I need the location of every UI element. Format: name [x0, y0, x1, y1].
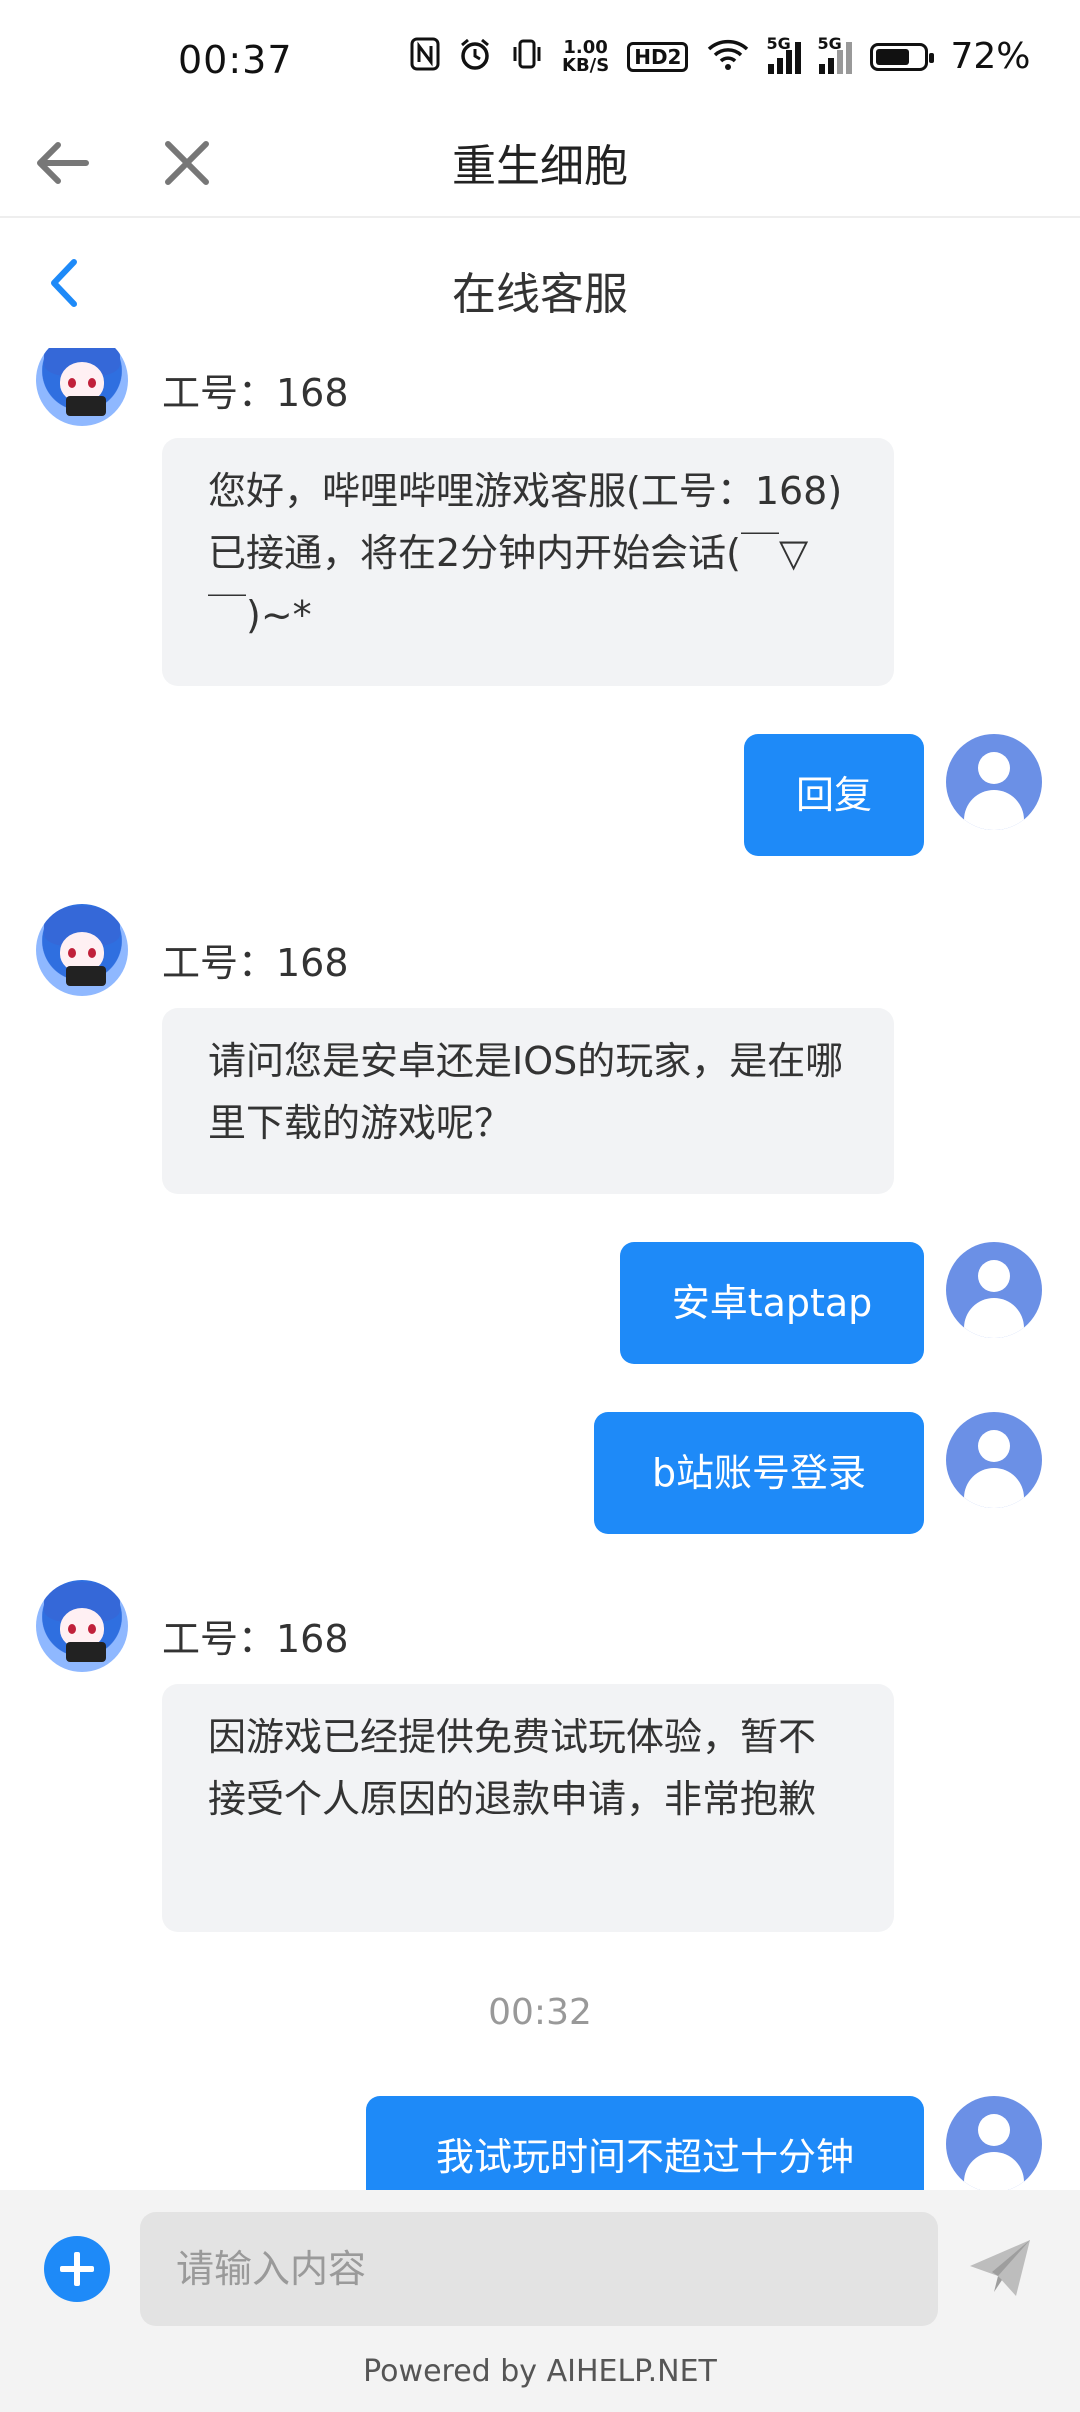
battery-percent: 72% [950, 36, 1031, 77]
signal-2-label: 5G [817, 33, 842, 53]
network-speed-value: 1.00 [563, 36, 608, 58]
chat-message-list[interactable]: 工号：168 您好，哔哩哔哩游戏客服(工号：168)已接通，将在2分钟内开始会话… [0, 348, 1080, 2190]
network-speed-unit: KB/S [562, 54, 610, 76]
agent-id-label: 工号：168 [162, 371, 349, 415]
vibrate-icon [510, 37, 544, 77]
agent-avatar [36, 1580, 128, 1672]
user-avatar [946, 2096, 1042, 2190]
hd-badge: HD2 [627, 41, 689, 72]
signal-icon: 5G [817, 34, 853, 74]
user-message-bubble[interactable]: 回复 [744, 734, 924, 856]
user-avatar [946, 734, 1042, 830]
user-message: b站账号登录 [0, 1412, 1080, 1536]
user-message-bubble[interactable]: 我试玩时间不超过十分钟 [366, 2096, 924, 2190]
app-title: 重生细胞 [452, 141, 628, 192]
agent-id-label: 工号：168 [162, 1617, 349, 1661]
battery-icon [870, 42, 935, 71]
agent-message: 工号：168 您好，哔哩哔哩游戏客服(工号：168)已接通，将在2分钟内开始会话… [0, 348, 1080, 688]
wifi-icon [706, 37, 750, 77]
user-avatar [946, 1242, 1042, 1338]
user-message: 我试玩时间不超过十分钟 [0, 2096, 1080, 2190]
agent-message: 工号：168 请问您是安卓还是IOS的玩家，是在哪里下载的游戏呢？ [0, 904, 1080, 1194]
user-message: 安卓taptap [0, 1242, 1080, 1366]
add-attachment-button[interactable] [44, 2236, 110, 2302]
agent-avatar [36, 348, 128, 426]
page-title: 在线客服 [452, 269, 628, 320]
agent-message-bubble[interactable]: 您好，哔哩哔哩游戏客服(工号：168)已接通，将在2分钟内开始会话(￣▽￣)~* [162, 438, 894, 686]
user-message: 回复 [0, 734, 1080, 858]
chat-header: 在线客服 [0, 218, 1080, 348]
status-icons: 1.00 KB/S HD2 5G 5G 72% [410, 34, 1031, 77]
user-message-bubble[interactable]: 安卓taptap [620, 1242, 924, 1364]
user-message-bubble[interactable]: b站账号登录 [594, 1412, 924, 1534]
signal-1-label: 5G [766, 33, 791, 53]
agent-message-bubble[interactable]: 因游戏已经提供免费试玩体验，暂不接受个人原因的退款申请，非常抱歉 [162, 1684, 894, 1932]
powered-by-footer: Powered by AIHELP.NET [363, 2354, 717, 2389]
nfc-icon [410, 37, 440, 77]
input-bar: Powered by AIHELP.NET [0, 2190, 1080, 2412]
status-bar: 00:37 1.00 KB/S HD2 5G 5G 72% [0, 0, 1080, 120]
agent-message-bubble[interactable]: 请问您是安卓还是IOS的玩家，是在哪里下载的游戏呢？ [162, 1008, 894, 1194]
user-avatar [946, 1412, 1042, 1508]
title-bar: 重生细胞 [0, 120, 1080, 218]
agent-avatar [36, 904, 128, 996]
network-speed: 1.00 KB/S [562, 36, 610, 76]
alarm-icon [458, 37, 492, 77]
message-timestamp: 00:32 [488, 1992, 592, 2033]
message-input[interactable] [140, 2212, 938, 2326]
agent-id-label: 工号：168 [162, 941, 349, 985]
status-time: 00:37 [178, 38, 293, 82]
signal-icon: 5G [766, 34, 802, 74]
send-icon[interactable] [964, 2232, 1036, 2304]
agent-message: 工号：168 因游戏已经提供免费试玩体验，暂不接受个人原因的退款申请，非常抱歉 [0, 1580, 1080, 1940]
